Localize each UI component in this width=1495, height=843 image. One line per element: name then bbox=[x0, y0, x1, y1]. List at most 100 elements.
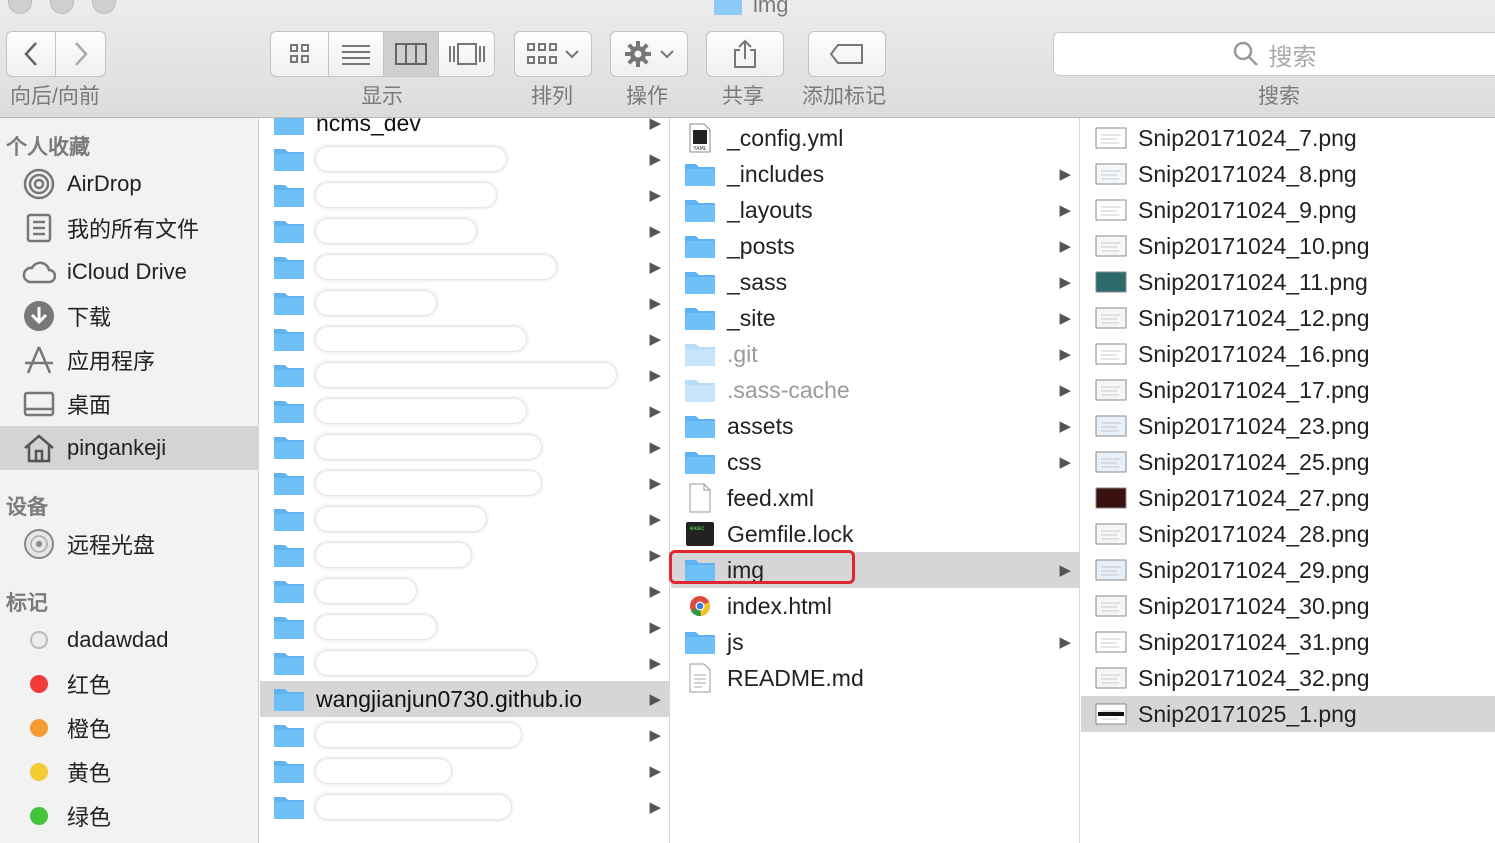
sidebar-tag-green[interactable]: 绿色 bbox=[0, 794, 259, 838]
icon-view-button[interactable] bbox=[270, 31, 329, 77]
folder-row[interactable]: .git ▶ bbox=[671, 336, 1079, 372]
sidebar-item-desktop[interactable]: 桌面 bbox=[0, 382, 259, 426]
image-file-row[interactable]: Snip20171024_28.png bbox=[1081, 516, 1495, 552]
image-file-row[interactable]: Snip20171024_7.png bbox=[1081, 120, 1495, 156]
folder-row[interactable]: ▶ bbox=[260, 501, 669, 537]
file-name: index.html bbox=[727, 592, 832, 619]
redacted-name bbox=[316, 255, 556, 279]
sidebar-tag-red[interactable]: 红色 bbox=[0, 662, 259, 706]
arrange-button[interactable] bbox=[514, 31, 592, 77]
redacted-name bbox=[316, 147, 506, 171]
folder-row[interactable]: .sass-cache ▶ bbox=[671, 372, 1079, 408]
list-view-button[interactable] bbox=[329, 31, 384, 77]
image-file-row[interactable]: Snip20171024_32.png bbox=[1081, 660, 1495, 696]
desktop-icon bbox=[22, 387, 56, 421]
disclosure-arrow-icon: ▶ bbox=[649, 331, 661, 348]
folder-row[interactable]: ▶ bbox=[260, 429, 669, 465]
redacted-name bbox=[316, 183, 496, 207]
folder-row[interactable]: ▶ bbox=[260, 213, 669, 249]
image-file-row[interactable]: Snip20171024_30.png bbox=[1081, 588, 1495, 624]
file-row[interactable]: YAML _config.yml bbox=[671, 120, 1079, 156]
sidebar-item-downloads[interactable]: 下载 bbox=[0, 294, 259, 338]
sidebar-tag-dadawdad[interactable]: dadawdad bbox=[0, 618, 259, 662]
folder-row-selected[interactable]: wangjianjun0730.github.io ▶ bbox=[260, 681, 669, 717]
file-name: Snip20171024_10.png bbox=[1138, 232, 1370, 259]
folder-icon bbox=[683, 268, 717, 296]
image-thumbnail-icon bbox=[1094, 448, 1128, 476]
folder-row[interactable]: _posts ▶ bbox=[671, 228, 1079, 264]
folder-row[interactable]: ▶ bbox=[260, 753, 669, 789]
folder-row[interactable]: ▶ bbox=[260, 465, 669, 501]
close-window-button[interactable] bbox=[8, 0, 32, 14]
sidebar-tag-orange[interactable]: 橙色 bbox=[0, 706, 259, 750]
sidebar-item-home[interactable]: pingankeji bbox=[0, 426, 259, 470]
cover-flow-button[interactable] bbox=[439, 31, 495, 77]
folder-row[interactable]: ▶ bbox=[260, 393, 669, 429]
folder-row[interactable]: ▶ bbox=[260, 573, 669, 609]
folder-row[interactable]: assets ▶ bbox=[671, 408, 1079, 444]
minimize-window-button[interactable] bbox=[50, 0, 74, 14]
folder-row[interactable]: ▶ bbox=[260, 285, 669, 321]
folder-row[interactable]: ▶ bbox=[260, 177, 669, 213]
file-row[interactable]: README.md bbox=[671, 660, 1079, 696]
sidebar-item-label: AirDrop bbox=[67, 171, 142, 196]
image-file-row[interactable]: Snip20171024_23.png bbox=[1081, 408, 1495, 444]
folder-row[interactable]: ▶ bbox=[260, 645, 669, 681]
folder-name: .git bbox=[727, 340, 758, 367]
sidebar-item-airdrop[interactable]: AirDrop bbox=[0, 162, 259, 206]
file-row[interactable]: index.html bbox=[671, 588, 1079, 624]
column-repo-contents: YAML _config.yml _includes ▶ _layouts ▶ _posts… bbox=[671, 118, 1080, 843]
column-img-contents: Snip20171024_7.png Snip20171024_8.png Snip… bbox=[1081, 118, 1495, 843]
folder-row[interactable]: _includes ▶ bbox=[671, 156, 1079, 192]
image-file-row[interactable]: Snip20171024_16.png bbox=[1081, 336, 1495, 372]
folder-row[interactable]: ▶ bbox=[260, 789, 669, 825]
folder-row[interactable]: ▶ bbox=[260, 141, 669, 177]
column-view-button[interactable] bbox=[384, 31, 439, 77]
image-file-row[interactable]: Snip20171025_1.png bbox=[1081, 696, 1495, 732]
image-file-row[interactable]: Snip20171024_8.png bbox=[1081, 156, 1495, 192]
search-input[interactable]: 搜索 bbox=[1053, 32, 1495, 76]
folder-row[interactable]: js ▶ bbox=[671, 624, 1079, 660]
image-file-row[interactable]: Snip20171024_11.png bbox=[1081, 264, 1495, 300]
image-file-row[interactable]: Snip20171024_27.png bbox=[1081, 480, 1495, 516]
sidebar-item-icloud[interactable]: iCloud Drive bbox=[0, 250, 259, 294]
zoom-window-button[interactable] bbox=[92, 0, 116, 14]
folder-row[interactable]: css ▶ bbox=[671, 444, 1079, 480]
sidebar: 个人收藏 AirDrop 我的所有文件 iCloud Drive 下载 应用程序 bbox=[0, 118, 259, 843]
sidebar-item-applications[interactable]: 应用程序 bbox=[0, 338, 259, 382]
disclosure-arrow-icon: ▶ bbox=[1059, 346, 1071, 363]
redacted-name bbox=[316, 327, 526, 351]
folder-row[interactable]: _site ▶ bbox=[671, 300, 1079, 336]
share-button[interactable] bbox=[706, 31, 784, 77]
file-name: Snip20171024_28.png bbox=[1138, 520, 1370, 547]
disclosure-arrow-icon: ▶ bbox=[649, 475, 661, 492]
folder-row[interactable]: ▶ bbox=[260, 717, 669, 753]
action-button[interactable] bbox=[610, 31, 688, 77]
image-file-row[interactable]: Snip20171024_9.png bbox=[1081, 192, 1495, 228]
sidebar-tag-yellow[interactable]: 黄色 bbox=[0, 750, 259, 794]
image-file-row[interactable]: Snip20171024_31.png bbox=[1081, 624, 1495, 660]
image-file-row[interactable]: Snip20171024_17.png bbox=[1081, 372, 1495, 408]
folder-row[interactable]: ▶ bbox=[260, 357, 669, 393]
image-file-row[interactable]: Snip20171024_12.png bbox=[1081, 300, 1495, 336]
folder-row[interactable]: ▶ bbox=[260, 609, 669, 645]
image-file-row[interactable]: Snip20171024_29.png bbox=[1081, 552, 1495, 588]
sidebar-item-label: 我的所有文件 bbox=[67, 217, 200, 242]
sidebar-item-all-files[interactable]: 我的所有文件 bbox=[0, 206, 259, 250]
forward-button[interactable] bbox=[56, 31, 106, 77]
back-button[interactable] bbox=[6, 31, 56, 77]
folder-row[interactable]: ▶ bbox=[260, 537, 669, 573]
folder-row[interactable]: _layouts ▶ bbox=[671, 192, 1079, 228]
image-file-row[interactable]: Snip20171024_25.png bbox=[1081, 444, 1495, 480]
folder-name: .sass-cache bbox=[727, 376, 850, 403]
add-tags-button[interactable] bbox=[808, 31, 886, 77]
image-file-row[interactable]: Snip20171024_10.png bbox=[1081, 228, 1495, 264]
folder-row[interactable]: _sass ▶ bbox=[671, 264, 1079, 300]
sidebar-item-remote-disc[interactable]: 远程光盘 bbox=[0, 522, 259, 566]
file-row[interactable]: feed.xml bbox=[671, 480, 1079, 516]
folder-row[interactable]: ▶ bbox=[260, 321, 669, 357]
tag-yellow-dot bbox=[30, 763, 48, 781]
file-row[interactable]: exec Gemfile.lock bbox=[671, 516, 1079, 552]
folder-row[interactable]: ▶ bbox=[260, 249, 669, 285]
folder-row[interactable]: ncms_dev ▶ bbox=[260, 118, 669, 141]
